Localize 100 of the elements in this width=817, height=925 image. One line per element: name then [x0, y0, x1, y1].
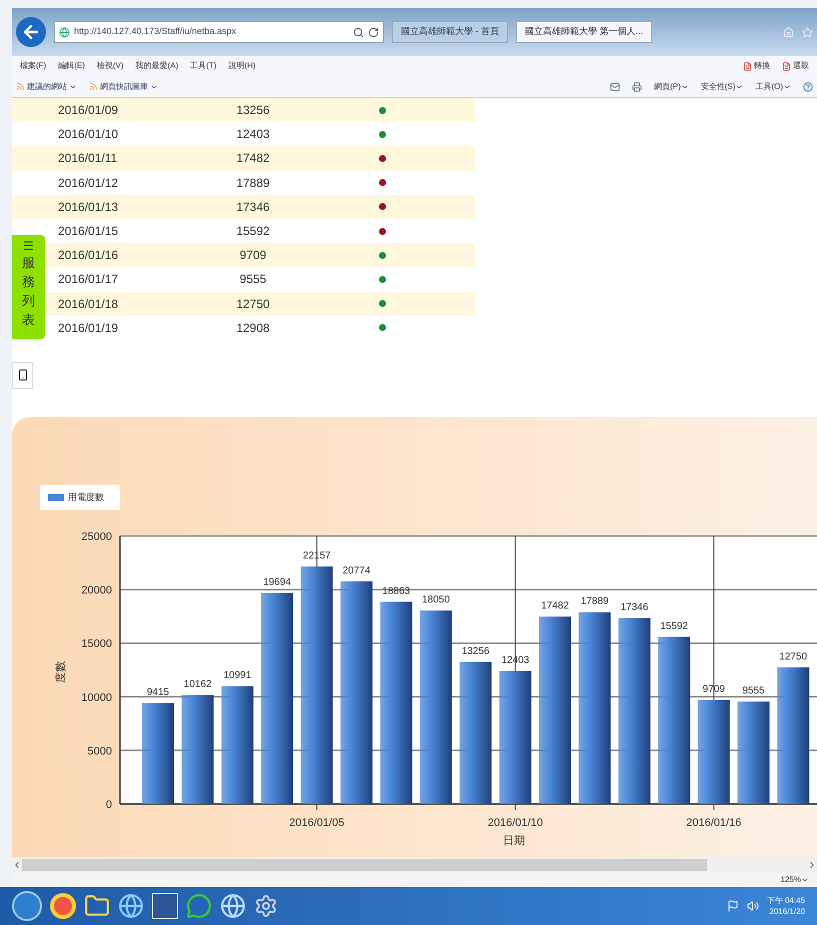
y-tick-label: 0	[106, 798, 112, 811]
bar-value-label: 12750	[779, 651, 808, 662]
bar-value-label: 15592	[660, 620, 688, 632]
date-cell-text: 2016/01/18	[58, 296, 120, 313]
bar-value-label: 17889	[580, 596, 609, 608]
browser-taskbar-icon[interactable]	[118, 893, 144, 919]
scrollbar-thumb[interactable]	[22, 858, 707, 870]
side-tab[interactable]: ☰ 服務列表	[12, 235, 45, 339]
date-cell-text: 2016/01/10	[58, 126, 120, 144]
menu-item[interactable]: 說明(H)	[228, 60, 256, 72]
flag-icon[interactable]	[726, 900, 739, 912]
side-tab-label: 服務列表	[22, 254, 35, 329]
legend-label: 用電度數	[68, 490, 104, 504]
bar-value-label: 17346	[620, 602, 648, 613]
value-cell-text: 17482	[235, 150, 271, 168]
command-button-label: 工具(O)	[755, 80, 783, 92]
printer-icon[interactable]	[632, 82, 642, 92]
page-icon	[59, 26, 70, 38]
bar-value-label: 9415	[146, 686, 170, 698]
browser-tab[interactable]: 國立高雄師範大學 - 首頁	[392, 21, 508, 43]
date-cell-text: 2016/01/17	[58, 271, 120, 288]
search-icon[interactable]	[353, 26, 364, 38]
bar-value-label: 13256	[462, 646, 490, 657]
command-button-label: 安全性(S)	[700, 80, 736, 92]
x-tick-label: 2016/01/05	[289, 816, 344, 829]
y-tick-label: 25000	[81, 530, 112, 543]
command-button[interactable]: 安全性(S)	[700, 80, 744, 92]
mobile-view-button[interactable]	[12, 362, 33, 389]
y-axis-title: 度數	[55, 660, 67, 683]
y-tick-label: 10000	[81, 692, 112, 704]
value-cell-text: 15592	[235, 223, 271, 240]
date-cell-text: 2016/01/09	[58, 102, 120, 120]
y-tick-label: 20000	[81, 584, 112, 596]
start-button[interactable]	[12, 891, 42, 921]
document-icon	[782, 62, 791, 70]
value-cell-text: 12908	[235, 320, 271, 337]
bar-value-label: 10991	[224, 670, 252, 682]
date-cell-text: 2016/01/12	[58, 174, 120, 192]
horizontal-scrollbar[interactable]	[12, 857, 817, 872]
command-button-label: 網頁(P)	[654, 80, 681, 92]
y-tick-label: 5000	[88, 745, 112, 758]
date-cell-text: 2016/01/16	[58, 247, 120, 264]
date-cell-text: 2016/01/15	[58, 223, 120, 240]
chat-taskbar-icon[interactable]	[186, 893, 212, 919]
favorites-link-label: 網頁快訊圖庫	[100, 80, 148, 92]
favorites-link-label: 建議的網站	[27, 80, 67, 92]
document-icon	[743, 62, 752, 70]
address-field[interactable]: http://140.127.40.173/Staff/iu/netba.aspx	[54, 21, 384, 43]
menu-item[interactable]: 我的最愛(A)	[136, 60, 178, 72]
zoom-level-label: 125%	[780, 874, 801, 886]
x-tick-label: 2016/01/10	[488, 816, 543, 829]
y-tick-label: 15000	[81, 638, 112, 650]
feed-icon	[16, 82, 25, 91]
browser-tab[interactable]: 國立高雄師範大學 第一個人...	[516, 21, 652, 43]
date-cell-text: 2016/01/13	[58, 198, 120, 216]
x-tick-label: 2016/01/16	[686, 816, 742, 829]
x-axis-title: 日期	[503, 834, 525, 847]
bar-value-label: 18050	[422, 594, 450, 606]
menu-item[interactable]: 檢視(V)	[96, 60, 124, 72]
toolbar-button[interactable]: 轉換	[743, 60, 770, 72]
value-cell-text: 9709	[238, 247, 268, 264]
legend-swatch	[48, 494, 64, 501]
clock-time: 下午 04:45	[766, 895, 805, 906]
bar-value-label: 17482	[541, 600, 569, 612]
browser-taskbar-icon[interactable]	[220, 893, 246, 919]
value-cell-text: 17889	[235, 174, 271, 192]
folder-taskbar-icon[interactable]	[84, 893, 110, 919]
favorites-link[interactable]: 網頁快訊圖庫	[89, 80, 158, 92]
zoom-level[interactable]: 125%	[780, 874, 809, 886]
menu-item[interactable]: 檔案(F)	[20, 60, 46, 72]
bar-value-label: 9555	[742, 685, 765, 696]
star-icon[interactable]	[802, 26, 813, 38]
menu-icon: ☰	[23, 239, 34, 253]
command-button[interactable]: 工具(O)	[755, 80, 791, 92]
phone-icon	[16, 369, 28, 382]
refresh-icon[interactable]	[368, 26, 379, 38]
back-button[interactable]	[16, 17, 46, 47]
help-icon[interactable]	[803, 82, 813, 92]
toolbar-button[interactable]: 選取	[782, 60, 809, 72]
toolbar-button-label: 選取	[793, 60, 809, 72]
favorites-link[interactable]: 建議的網站	[16, 80, 77, 92]
bar-value-label: 19694	[263, 576, 291, 588]
clock-date: 2016/1/20	[769, 906, 805, 917]
value-cell-text: 13256	[235, 102, 271, 120]
gear-taskbar-icon[interactable]	[254, 894, 278, 918]
value-cell-text: 12403	[235, 126, 271, 144]
feed-icon	[89, 82, 98, 91]
date-cell-text: 2016/01/11	[58, 150, 118, 168]
value-cell-text: 17346	[235, 198, 271, 216]
bar-value-label: 10162	[184, 678, 212, 690]
toolbar-button-label: 轉換	[754, 60, 770, 72]
address-text: http://140.127.40.173/Staff/iu/netba.aspx	[74, 25, 237, 38]
bar-value-label: 20774	[342, 565, 370, 576]
command-button[interactable]: 網頁(P)	[654, 80, 689, 92]
mail-icon[interactable]	[610, 82, 620, 92]
menu-item[interactable]: 編輯(E)	[58, 60, 85, 72]
volume-icon[interactable]	[746, 900, 759, 912]
value-cell-text: 12750	[235, 296, 271, 313]
menu-item[interactable]: 工具(T)	[190, 60, 216, 72]
date-cell-text: 2016/01/19	[58, 320, 120, 337]
